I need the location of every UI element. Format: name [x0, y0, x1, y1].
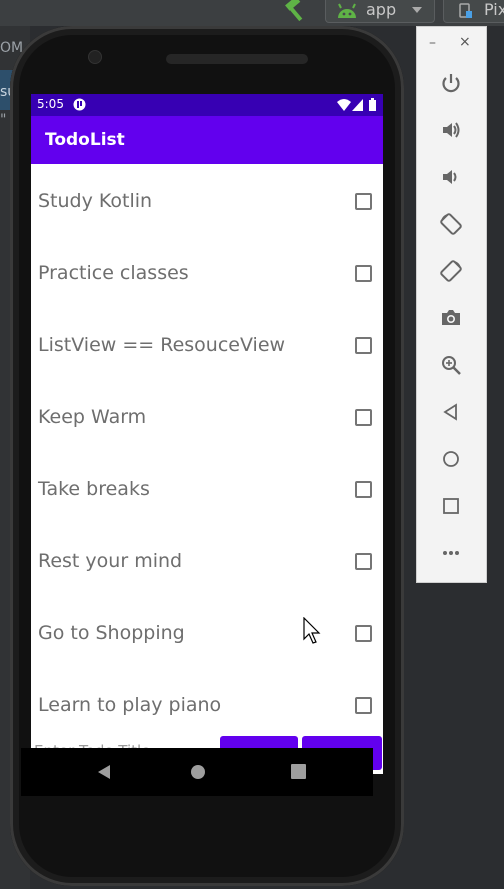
device-dropdown[interactable]: Pix	[443, 0, 504, 23]
todo-title: Keep Warm	[38, 406, 147, 428]
todo-item: Keep Warm	[31, 380, 383, 452]
todo-item: Study Kotlin	[31, 164, 383, 236]
power-icon	[442, 74, 460, 93]
more-icon	[443, 551, 459, 555]
run-configuration-dropdown[interactable]: app	[325, 0, 435, 23]
back-icon	[443, 403, 457, 421]
emulator-controls-panel: – ×	[416, 26, 487, 583]
todo-item: Learn to play piano	[31, 668, 383, 740]
status-bar: 5:05	[31, 94, 383, 116]
todo-title: Go to Shopping	[38, 622, 185, 644]
rotate-right-icon	[440, 260, 462, 282]
system-nav-bar	[21, 748, 373, 796]
todo-title: Take breaks	[38, 478, 150, 500]
notification-icon	[73, 98, 86, 111]
rotate-right-button[interactable]	[437, 257, 465, 285]
more-button[interactable]	[437, 539, 465, 567]
todo-list[interactable]: Study Kotlin Practice classes ListView =…	[31, 164, 383, 740]
nav-back-icon[interactable]	[97, 764, 111, 780]
signal-icon	[352, 99, 363, 111]
app-bar: TodoList	[31, 116, 383, 164]
wifi-icon	[337, 99, 351, 111]
todo-title: Practice classes	[38, 262, 189, 284]
status-time: 5:05	[37, 97, 64, 111]
minimize-button[interactable]: –	[429, 35, 436, 51]
nav-home-icon[interactable]	[190, 764, 206, 780]
zoom-button[interactable]	[437, 351, 465, 379]
mouse-cursor-icon	[303, 617, 321, 644]
todo-title: Rest your mind	[38, 550, 183, 572]
todo-item: Practice classes	[31, 236, 383, 308]
overview-icon	[443, 498, 459, 514]
zoom-icon	[442, 356, 461, 375]
app-title: TodoList	[45, 130, 125, 150]
todo-item: ListView == ResouceView	[31, 308, 383, 380]
home-icon	[443, 451, 459, 467]
back-button[interactable]	[437, 398, 465, 426]
todo-title: Learn to play piano	[38, 694, 222, 716]
volume-up-button[interactable]	[437, 116, 465, 144]
nav-overview-icon[interactable]	[291, 764, 306, 779]
todo-title: ListView == ResouceView	[38, 334, 286, 356]
volume-down-button[interactable]	[437, 163, 465, 191]
phone-device-icon	[459, 3, 472, 18]
todo-checkbox[interactable]	[355, 409, 372, 426]
rotate-left-button[interactable]	[437, 210, 465, 238]
todo-checkbox[interactable]	[355, 553, 372, 570]
todo-checkbox[interactable]	[355, 193, 372, 210]
todo-checkbox[interactable]	[355, 265, 372, 282]
todo-item: Go to Shopping	[31, 596, 383, 668]
app-screen: 5:05 TodoList Study Kotlin Practice clas…	[31, 94, 383, 774]
device-label: Pix	[484, 0, 504, 19]
chevron-down-icon	[412, 7, 422, 13]
volume-down-icon	[443, 170, 457, 184]
run-configuration-label: app	[366, 0, 397, 19]
ide-fragment: "	[0, 112, 7, 128]
earpiece-speaker	[166, 54, 308, 64]
camera-icon	[442, 310, 460, 325]
android-icon	[338, 3, 356, 18]
todo-title: Study Kotlin	[38, 190, 153, 212]
home-button[interactable]	[437, 445, 465, 473]
screenshot-button[interactable]	[437, 304, 465, 332]
overview-button[interactable]	[437, 492, 465, 520]
volume-up-icon	[443, 122, 460, 138]
todo-item: Rest your mind	[31, 524, 383, 596]
build-hammer-icon[interactable]	[282, 0, 308, 22]
todo-checkbox[interactable]	[355, 625, 372, 642]
close-button[interactable]: ×	[459, 34, 471, 50]
todo-checkbox[interactable]	[355, 481, 372, 498]
battery-icon	[369, 98, 376, 111]
rotate-left-icon	[440, 213, 462, 235]
todo-checkbox[interactable]	[355, 337, 372, 354]
power-button[interactable]	[437, 69, 465, 97]
todo-checkbox[interactable]	[355, 697, 372, 714]
todo-item: Take breaks	[31, 452, 383, 524]
front-camera	[88, 50, 102, 64]
